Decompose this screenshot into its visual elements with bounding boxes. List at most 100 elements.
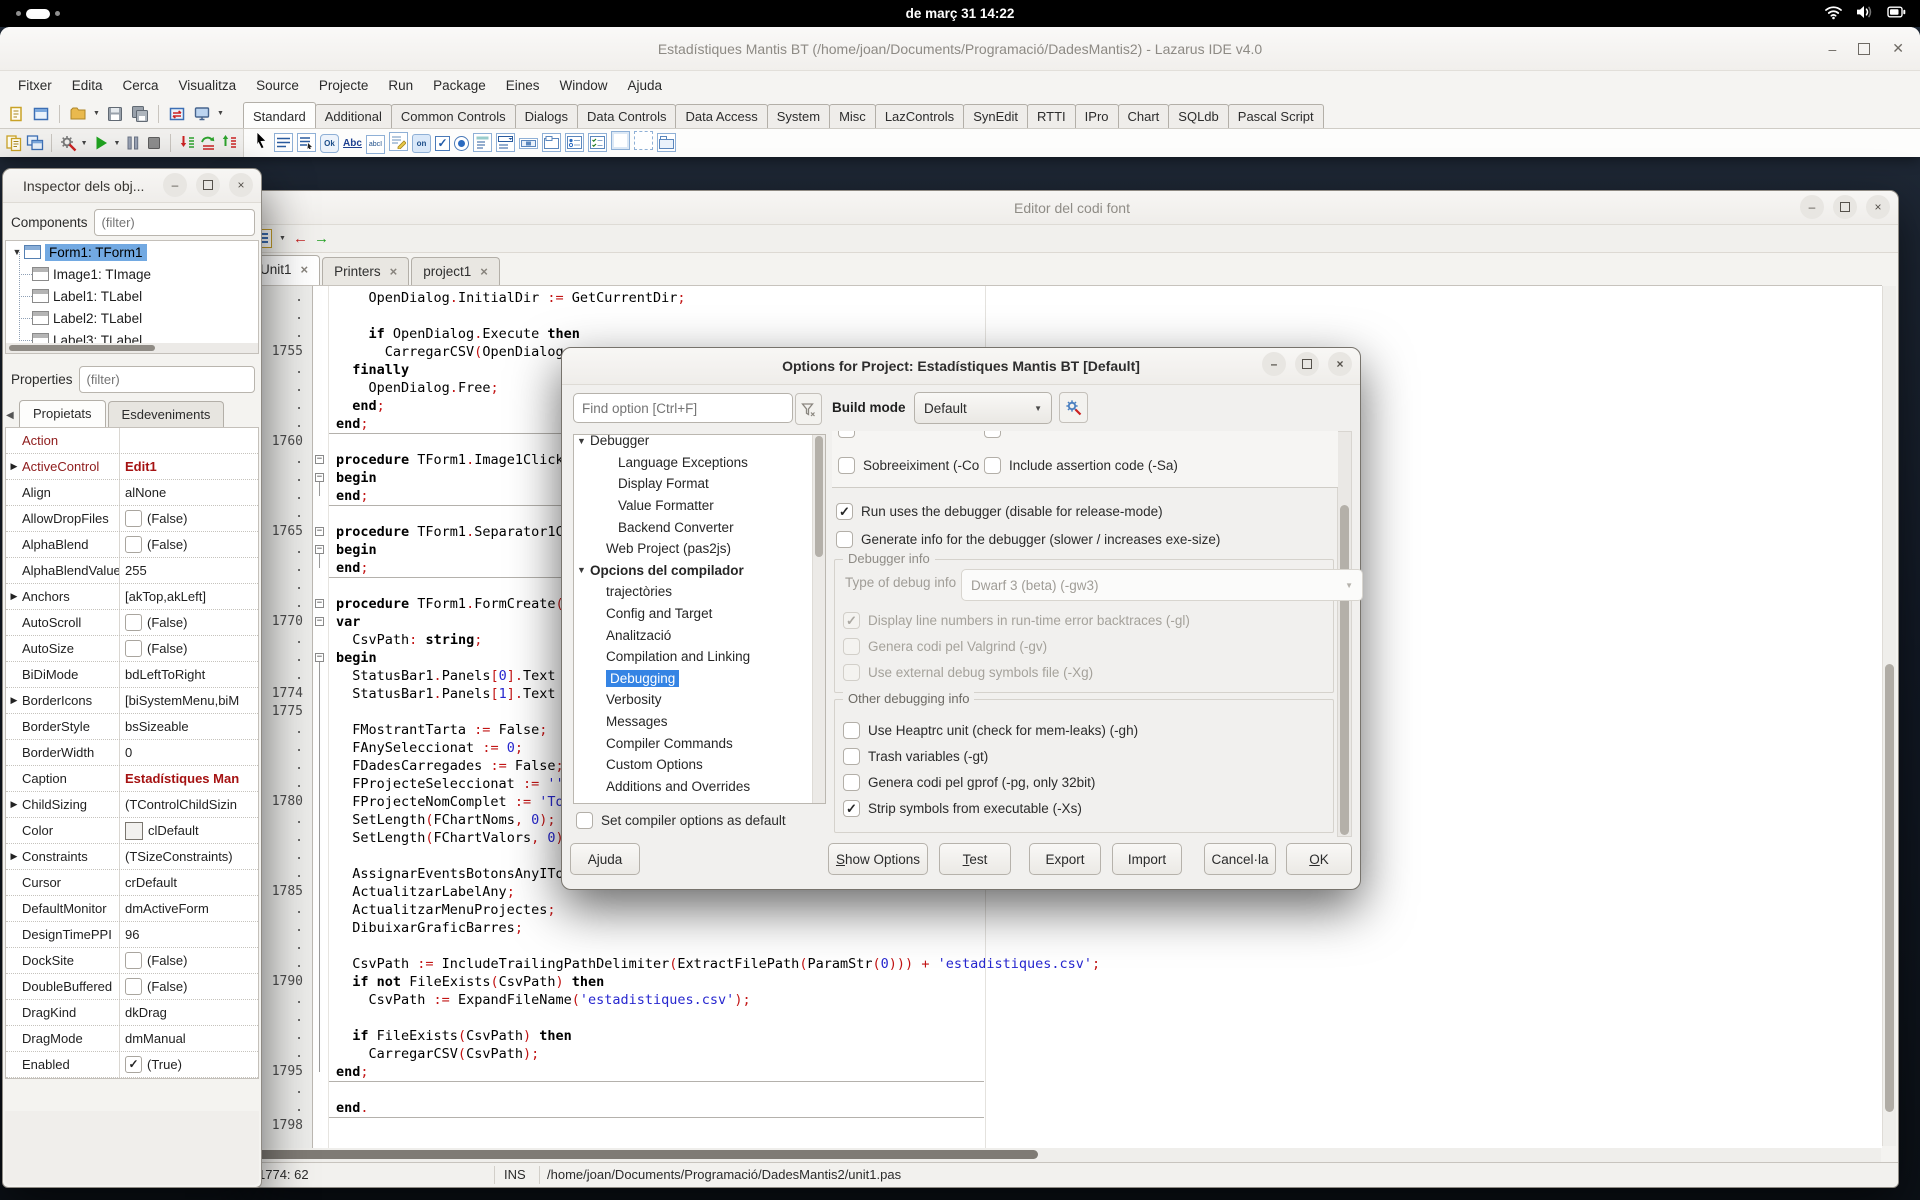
menu-eines[interactable]: Eines xyxy=(496,74,550,97)
property-value[interactable]: ✓(True) xyxy=(120,1056,258,1073)
code-line[interactable]: if not FileExists(CsvPath) then xyxy=(329,973,1882,991)
panel-scrollbar[interactable] xyxy=(1337,431,1352,837)
component-tree-item-image1-timage[interactable]: Image1: TImage xyxy=(6,263,258,285)
property-value[interactable]: [akTop,akLeft] xyxy=(120,589,258,604)
fold-collapse-icon[interactable]: − xyxy=(315,653,324,662)
checkbox-trash-variables-gt[interactable]: Trash variables (-gt) xyxy=(843,748,988,765)
code-line[interactable]: CsvPath := IncludeTrailingPathDelimiter(… xyxy=(329,955,1882,973)
stop-icon[interactable] xyxy=(145,132,163,154)
options-tree[interactable]: ▼DebuggerLanguage ExceptionsDisplay Form… xyxy=(573,434,826,804)
volume-icon[interactable] xyxy=(1856,5,1874,22)
tbutton-icon[interactable]: Ok xyxy=(320,133,339,153)
checkbox-strip-symbols-from-executable-xs[interactable]: Strip symbols from executable (-Xs) xyxy=(843,800,1082,817)
save-all-icon[interactable] xyxy=(129,103,151,125)
options-tree-item-debugger[interactable]: ▼Debugger xyxy=(574,434,825,452)
options-tree-item-language-exceptions[interactable]: Language Exceptions xyxy=(574,452,825,474)
palette-tab-rtti[interactable]: RTTI xyxy=(1027,104,1076,128)
property-row-designtimeppi[interactable]: DesignTimePPI96 xyxy=(6,922,258,948)
code-line[interactable] xyxy=(329,1117,1882,1135)
code-line[interactable]: end. xyxy=(329,1099,1882,1117)
property-row-autoscroll[interactable]: AutoScroll(False) xyxy=(6,610,258,636)
editor-horizontal-scrollbar[interactable] xyxy=(248,1148,1881,1162)
palette-tab-data-access[interactable]: Data Access xyxy=(675,104,767,128)
options-tree-item-analitzacio[interactable]: Analització xyxy=(574,624,825,646)
property-value[interactable]: (False) xyxy=(120,952,258,969)
palette-tab-additional[interactable]: Additional xyxy=(315,104,392,128)
checkbox-genera-codi-pel-gprof-pg-only-32bit[interactable]: Genera codi pel gprof (-pg, only 32bit) xyxy=(843,774,1095,791)
property-grid[interactable]: Action▶ActiveControlEdit1AlignalNoneAllo… xyxy=(5,427,259,1079)
checkbox-display-line-numbers-in-run-time-error-backtraces-gl[interactable]: Display line numbers in run-time error b… xyxy=(843,612,1190,629)
component-tree-item-label2-tlabel[interactable]: Label2: TLabel xyxy=(6,307,258,329)
code-line[interactable] xyxy=(329,1081,1882,1099)
components-filter-input[interactable] xyxy=(94,209,255,236)
tab-scroll-left-icon[interactable]: ◀ xyxy=(6,410,14,421)
palette-tab-pascal-script[interactable]: Pascal Script xyxy=(1228,104,1324,128)
property-value[interactable]: clDefault xyxy=(120,822,258,840)
code-line[interactable] xyxy=(329,937,1882,955)
chevron-down-icon[interactable]: ▼ xyxy=(217,110,224,117)
options-tree-item-debugging[interactable]: Debugging xyxy=(574,668,825,690)
menu-source[interactable]: Source xyxy=(246,74,309,97)
options-tree-item-backend-converter[interactable]: Backend Converter xyxy=(574,516,825,538)
minimize-icon[interactable]: – xyxy=(1800,195,1824,219)
code-line[interactable]: CsvPath := ExpandFileName('estadistiques… xyxy=(329,991,1882,1009)
maximize-icon[interactable] xyxy=(196,173,220,197)
options-tree-item-value-formatter[interactable]: Value Formatter xyxy=(574,495,825,517)
menu-projecte[interactable]: Projecte xyxy=(309,74,379,97)
chevron-down-icon[interactable]: ▼ xyxy=(93,110,100,117)
ttogglebox-icon[interactable]: on xyxy=(412,133,431,153)
options-tree-item-compiler-commands[interactable]: Compiler Commands xyxy=(574,732,825,754)
chevron-down-icon[interactable]: ▼ xyxy=(81,140,88,147)
ajuda-button[interactable]: Ajuda xyxy=(570,843,640,875)
tcheckgroup-icon[interactable] xyxy=(588,133,607,154)
menu-ajuda[interactable]: Ajuda xyxy=(618,74,673,97)
palette-tab-standard[interactable]: Standard xyxy=(243,102,316,128)
tpagecontrol-icon[interactable] xyxy=(657,133,676,154)
cancel-la-button[interactable]: Cancel·la xyxy=(1204,843,1276,875)
tmemo-icon[interactable] xyxy=(389,132,408,154)
build-gear-icon[interactable] xyxy=(59,132,77,154)
options-tree-item-custom-options[interactable]: Custom Options xyxy=(574,754,825,776)
menu-run[interactable]: Run xyxy=(378,74,423,97)
components-tree-hscrollbar[interactable] xyxy=(6,343,258,353)
property-row-childsizing[interactable]: ▶ChildSizing(TControlChildSizin xyxy=(6,792,258,818)
maximize-icon[interactable] xyxy=(1833,195,1857,219)
tframe-icon[interactable] xyxy=(634,131,653,155)
maximize-icon[interactable] xyxy=(1858,43,1870,55)
palette-tab-common-controls[interactable]: Common Controls xyxy=(391,104,516,128)
expand-icon[interactable]: ▶ xyxy=(6,799,22,810)
property-row-borderstyle[interactable]: BorderStylebsSizeable xyxy=(6,714,258,740)
options-tree-item-compilation-and-linking[interactable]: Compilation and Linking xyxy=(574,646,825,668)
find-option-input[interactable] xyxy=(573,393,793,423)
tpopupmenu-icon[interactable] xyxy=(297,133,316,154)
expander-icon[interactable]: ▼ xyxy=(577,565,586,575)
pause-icon[interactable] xyxy=(124,132,142,154)
property-row-activecontrol[interactable]: ▶ActiveControlEdit1 xyxy=(6,454,258,480)
tab-esdeveniments[interactable]: Esdeveniments xyxy=(108,401,225,427)
clock[interactable]: de març 31 14:22 xyxy=(906,6,1015,21)
close-icon[interactable]: × xyxy=(229,173,253,197)
build-mode-options-icon[interactable] xyxy=(1059,392,1088,423)
options-tree-item-messages[interactable]: Messages xyxy=(574,711,825,733)
chevron-down-icon[interactable]: ▼ xyxy=(279,235,286,242)
maximize-icon[interactable] xyxy=(1295,352,1319,376)
options-tree-item-opcions-del-compilador[interactable]: ▼Opcions del compilador xyxy=(574,560,825,582)
property-value[interactable]: (False) xyxy=(120,614,258,631)
ok-button[interactable]: OK xyxy=(1286,843,1352,875)
property-value[interactable]: bsSizeable xyxy=(120,719,258,734)
property-value[interactable]: (False) xyxy=(120,510,258,527)
property-row-bordericons[interactable]: ▶BorderIcons[biSystemMenu,biM xyxy=(6,688,258,714)
new-form-icon[interactable] xyxy=(30,103,52,125)
options-tree-item-web-project-pas2js[interactable]: Web Project (pas2js) xyxy=(574,538,825,560)
test-button[interactable]: Test xyxy=(939,843,1011,875)
code-line[interactable]: DibuixarGraficBarres; xyxy=(329,919,1882,937)
editor-tab-project1[interactable]: project1× xyxy=(411,257,500,285)
save-icon[interactable] xyxy=(104,103,126,125)
checkbox-box[interactable] xyxy=(125,614,142,631)
code-line[interactable]: OpenDialog.InitialDir := GetCurrentDir; xyxy=(329,289,1882,307)
tlistbox-icon[interactable] xyxy=(473,133,492,154)
expand-icon[interactable]: ▶ xyxy=(6,591,22,602)
checkbox-use-heaptrc-unit-check-for-mem-leaks-gh[interactable]: Use Heaptrc unit (check for mem-leaks) (… xyxy=(843,722,1138,739)
property-row-anchors[interactable]: ▶Anchors[akTop,akLeft] xyxy=(6,584,258,610)
tcheckbox-icon[interactable]: ✓ xyxy=(435,134,450,152)
